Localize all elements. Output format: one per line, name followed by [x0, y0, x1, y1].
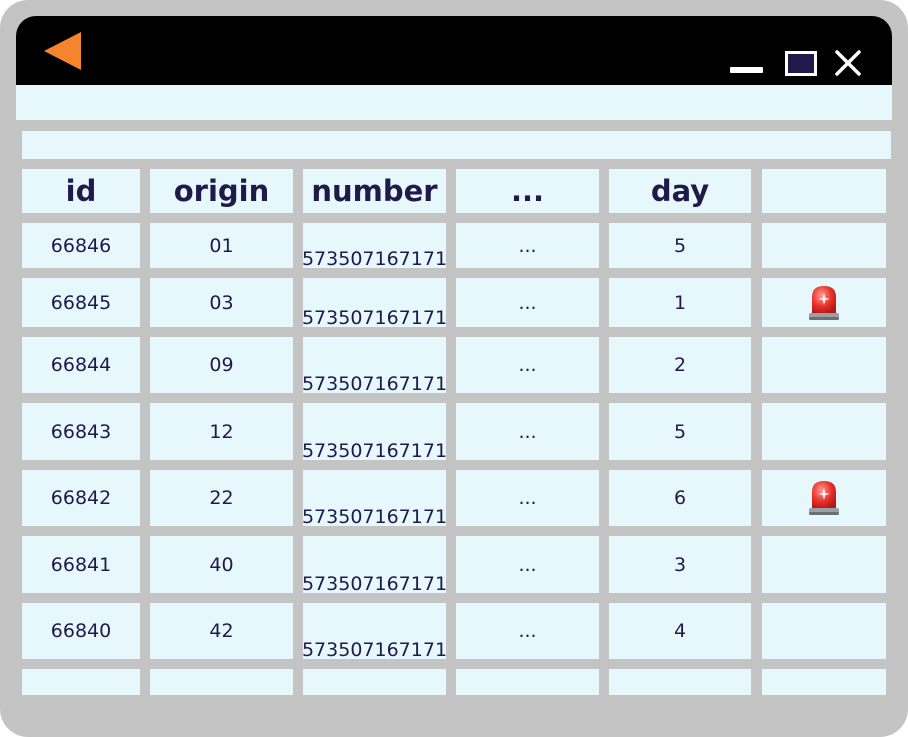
number-value: 573507167171	[301, 639, 448, 661]
cell-id: 66842	[22, 470, 140, 526]
cell-number: 573507167171	[301, 403, 448, 462]
cell-alert	[762, 536, 886, 593]
title-bar	[16, 16, 892, 85]
cell-origin: 12	[150, 403, 293, 460]
header-alert[interactable]	[762, 169, 886, 213]
cell-id: 66841	[22, 536, 140, 593]
cell-origin: 42	[150, 603, 293, 659]
cell-id: 66843	[22, 403, 140, 460]
cell-origin: 09	[150, 337, 293, 393]
cell-day: 6	[609, 470, 751, 526]
cell-number: 573507167171	[301, 603, 448, 661]
cell-origin: 40	[150, 536, 293, 593]
number-value: 573507167171	[301, 573, 448, 595]
cell-day: 1	[609, 278, 751, 327]
header-id[interactable]: id	[22, 169, 140, 213]
cell-alert	[762, 603, 886, 659]
table-row-partial	[456, 669, 599, 695]
number-value: 573507167171	[301, 440, 448, 462]
cell-more: ...	[456, 403, 599, 460]
siren-icon	[809, 285, 839, 320]
maximize-icon[interactable]	[785, 51, 817, 76]
cell-number: 573507167171	[301, 337, 448, 395]
cell-id: 66845	[22, 278, 140, 327]
number-value: 573507167171	[301, 248, 448, 270]
table-row-partial	[762, 669, 886, 695]
cell-number: 573507167171	[301, 470, 448, 528]
number-value: 573507167171	[301, 307, 448, 329]
cell-day: 4	[609, 603, 751, 659]
cell-origin: 01	[150, 223, 293, 268]
cell-origin: 03	[150, 278, 293, 327]
cell-number: 573507167171	[301, 536, 448, 595]
toolbar	[22, 131, 891, 159]
number-value: 573507167171	[301, 373, 448, 395]
table-row-partial	[150, 669, 293, 695]
cell-id: 66844	[22, 337, 140, 393]
cell-alert	[762, 223, 886, 268]
app-window: id origin number... day 66846 01 573507167171.…	[0, 0, 908, 737]
cell-more: ...	[456, 470, 599, 526]
header-day[interactable]: day	[609, 169, 751, 213]
table-row-partial	[609, 669, 751, 695]
cell-origin: 22	[150, 470, 293, 526]
cell-day: 3	[609, 536, 751, 593]
header-origin[interactable]: origin	[150, 169, 293, 213]
cell-alert[interactable]	[762, 278, 886, 327]
cell-day: 2	[609, 337, 751, 393]
cell-number: 573507167171	[301, 223, 448, 270]
cell-alert	[762, 403, 886, 460]
close-icon[interactable]	[834, 49, 862, 77]
cell-day: 5	[609, 403, 751, 460]
table-row-partial	[303, 669, 446, 695]
back-arrow-icon[interactable]	[44, 32, 81, 70]
siren-icon	[809, 481, 839, 515]
table-row-partial	[22, 669, 140, 695]
cell-alert[interactable]	[762, 470, 886, 526]
cell-alert	[762, 337, 886, 393]
cell-number: 573507167171	[301, 278, 448, 329]
cell-more: ...	[456, 337, 599, 393]
header-number[interactable]: number	[303, 169, 446, 213]
minimize-icon[interactable]	[730, 67, 763, 73]
cell-more: ...	[456, 603, 599, 659]
cell-id: 66846	[22, 223, 140, 268]
cell-more: ...	[456, 223, 599, 268]
cell-more: ...	[456, 536, 599, 593]
cell-more: ...	[456, 278, 599, 327]
address-bar[interactable]	[16, 85, 892, 120]
cell-id: 66840	[22, 603, 140, 659]
number-value: 573507167171	[301, 506, 448, 528]
header-more[interactable]: ...	[456, 169, 599, 213]
cell-day: 5	[609, 223, 751, 268]
